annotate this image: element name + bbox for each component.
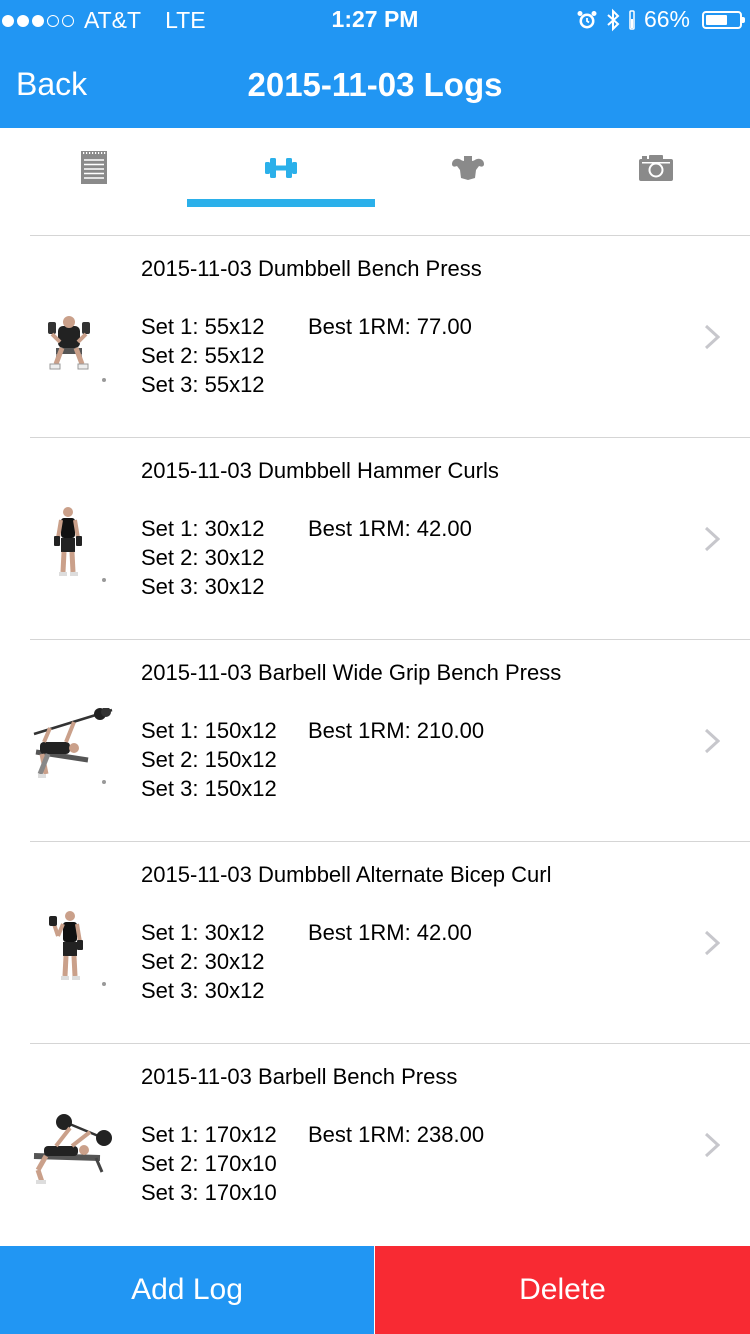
- bluetooth-icon: [607, 8, 620, 31]
- navigation-bar: Back 2015-11-03 Logs: [0, 40, 750, 128]
- log-title: 2015-11-03 Dumbbell Bench Press: [141, 256, 482, 281]
- best-1rm: Best 1RM: 210.00: [308, 718, 485, 743]
- add-log-button[interactable]: Add Log: [0, 1246, 374, 1334]
- log-row[interactable]: 2015-11-03 Barbell Wide Grip Bench Press…: [30, 639, 750, 841]
- battery-percent: 66%: [643, 6, 690, 32]
- set-line: Set 3: 55x12: [141, 372, 265, 397]
- set-line: Set 3: 30x12: [141, 574, 265, 599]
- tab-exercises[interactable]: [187, 128, 374, 208]
- chevron-right-icon: [704, 324, 720, 350]
- bench-press-image: [48, 316, 106, 382]
- log-title: 2015-11-03 Dumbbell Alternate Bicep Curl: [141, 862, 552, 887]
- charging-indicator-icon: [629, 9, 635, 30]
- chevron-right-icon: [704, 728, 720, 754]
- wide-grip-bench-image: [33, 708, 113, 784]
- set-line: Set 2: 170x10: [141, 1151, 277, 1176]
- barbell-bench-image: [33, 1114, 112, 1184]
- camera-icon: [638, 155, 673, 181]
- set-list: Set 1: 170x12 Set 2: 170x10 Set 3: 170x1…: [141, 1120, 277, 1207]
- set-line: Set 2: 30x12: [141, 949, 265, 974]
- tab-body[interactable]: [374, 128, 561, 208]
- hammer-curl-image: [54, 507, 106, 582]
- tab-photos[interactable]: [562, 128, 749, 208]
- status-bar: AT&T LTE 1:27 PM 66%: [0, 0, 750, 40]
- notepad-icon: [80, 151, 107, 184]
- set-line: Set 2: 55x12: [141, 343, 265, 368]
- set-line: Set 2: 30x12: [141, 545, 265, 570]
- chevron-right-icon: [704, 1132, 720, 1158]
- back-button[interactable]: Back: [16, 66, 87, 103]
- log-row[interactable]: 2015-11-03 Barbell Bench Press Set 1: 17…: [30, 1043, 750, 1245]
- best-1rm: Best 1RM: 238.00: [308, 1122, 485, 1147]
- battery-fill: [706, 14, 727, 25]
- set-line: Set 1: 30x12: [141, 516, 265, 541]
- log-title: 2015-11-03 Barbell Wide Grip Bench Press: [141, 660, 562, 685]
- tab-notes[interactable]: [0, 128, 187, 208]
- tab-bar: [0, 128, 750, 208]
- log-title: 2015-11-03 Barbell Bench Press: [141, 1064, 458, 1089]
- log-row[interactable]: 2015-11-03 Dumbbell Alternate Bicep Curl…: [30, 841, 750, 1043]
- set-line: Set 1: 170x12: [141, 1122, 277, 1147]
- delete-button[interactable]: Delete: [375, 1246, 750, 1334]
- log-title: 2015-11-03 Dumbbell Hammer Curls: [141, 458, 499, 483]
- log-row[interactable]: 2015-11-03 Dumbbell Bench Press Set 1: 5…: [30, 235, 750, 437]
- set-line: Set 3: 150x12: [141, 776, 277, 801]
- log-row[interactable]: 2015-11-03 Dumbbell Hammer Curls Set 1: …: [30, 437, 750, 639]
- set-line: Set 3: 30x12: [141, 978, 265, 1003]
- set-line: Set 1: 55x12: [141, 314, 265, 339]
- best-1rm: Best 1RM: 42.00: [308, 516, 472, 541]
- dumbbell-icon: [264, 158, 297, 178]
- set-list: Set 1: 30x12 Set 2: 30x12 Set 3: 30x12: [141, 514, 265, 601]
- set-line: Set 3: 170x10: [141, 1180, 277, 1205]
- header: AT&T LTE 1:27 PM 66% Back 2015-11-03 Log…: [0, 0, 750, 128]
- best-1rm: Best 1RM: 42.00: [308, 920, 472, 945]
- alarm-icon: [577, 10, 597, 28]
- battery-icon: [702, 10, 745, 29]
- log-list: 2015-11-03 Dumbbell Bench Press Set 1: 5…: [30, 235, 750, 1245]
- page-title: 2015-11-03 Logs: [247, 66, 503, 103]
- bottom-action-bar: Add Log Delete: [0, 1246, 750, 1334]
- bicep-curl-image: [49, 911, 106, 986]
- best-1rm: Best 1RM: 77.00: [308, 314, 472, 339]
- active-tab-indicator: [187, 199, 375, 207]
- muscle-torso-icon: [451, 156, 484, 180]
- chevron-right-icon: [704, 930, 720, 956]
- chevron-right-icon: [704, 526, 720, 552]
- set-line: Set 1: 30x12: [141, 920, 265, 945]
- set-list: Set 1: 150x12 Set 2: 150x12 Set 3: 150x1…: [141, 716, 277, 803]
- set-line: Set 1: 150x12: [141, 718, 277, 743]
- set-line: Set 2: 150x12: [141, 747, 277, 772]
- set-list: Set 1: 55x12 Set 2: 55x12 Set 3: 55x12: [141, 312, 265, 399]
- set-list: Set 1: 30x12 Set 2: 30x12 Set 3: 30x12: [141, 918, 265, 1005]
